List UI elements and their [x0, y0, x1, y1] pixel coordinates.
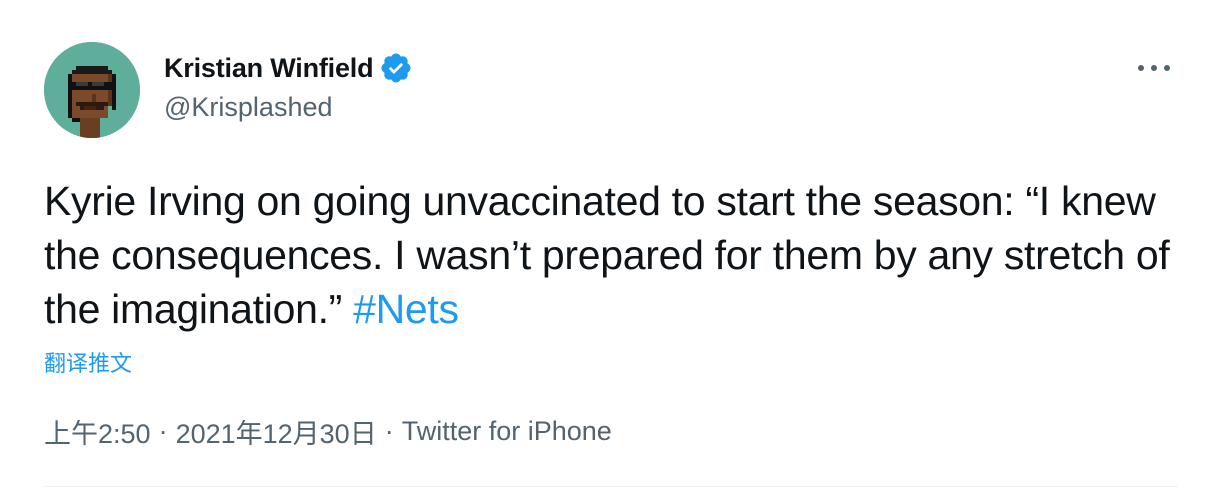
tweet-time[interactable]: 上午2:50	[44, 412, 151, 451]
meta-separator: ·	[158, 416, 168, 446]
author-handle[interactable]: @Krisplashed	[164, 92, 413, 123]
pixel-avatar-icon	[44, 42, 140, 138]
author-info: Kristian Winfield @Krisplashed	[164, 50, 413, 123]
tweet-source[interactable]: Twitter for iPhone	[402, 416, 612, 447]
verified-badge-icon[interactable]	[379, 51, 413, 85]
translate-tweet-link[interactable]: 翻译推文	[44, 346, 132, 378]
more-dot	[1164, 65, 1170, 71]
tweet-meta: 上午2:50 · 2021年12月30日 · Twitter for iPhon…	[44, 412, 612, 451]
meta-separator: ·	[384, 416, 394, 446]
tweet-date[interactable]: 2021年12月30日	[176, 412, 377, 451]
author-display-name[interactable]: Kristian Winfield	[164, 53, 374, 84]
hashtag-link[interactable]: #Nets	[353, 286, 459, 332]
author-avatar[interactable]	[44, 42, 140, 138]
more-options-icon[interactable]	[1138, 56, 1170, 80]
more-dot	[1138, 65, 1144, 71]
tweet-text: Kyrie Irving on going unvaccinated to st…	[44, 174, 1184, 336]
tweet-body: Kyrie Irving on going unvaccinated to st…	[44, 178, 1170, 332]
divider	[44, 486, 1178, 487]
more-dot	[1151, 65, 1157, 71]
author-name-row: Kristian Winfield	[164, 50, 413, 86]
tweet-card: Kristian Winfield @Krisplashed Kyrie Irv…	[0, 0, 1222, 496]
